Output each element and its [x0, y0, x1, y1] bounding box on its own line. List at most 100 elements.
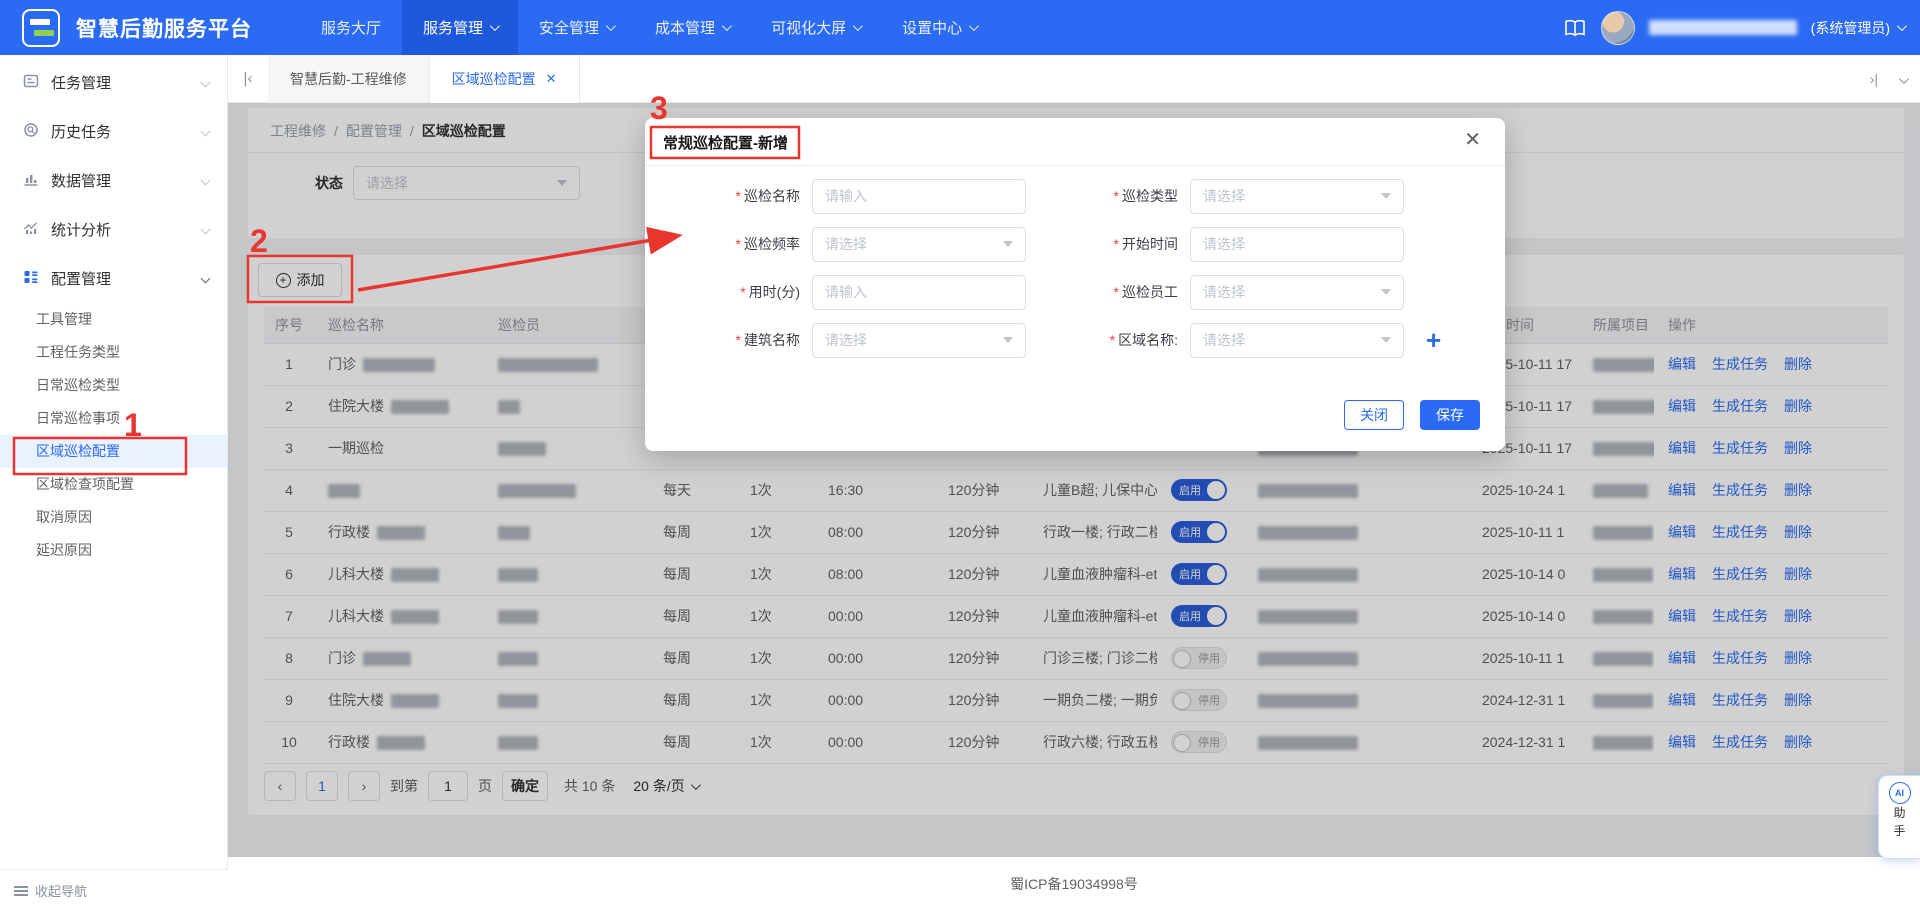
- field-input-巡检名称[interactable]: 请输入: [812, 178, 1026, 214]
- tab-区域巡检配置[interactable]: 区域巡检配置 ✕: [429, 54, 580, 103]
- required-asterisk: *: [1109, 332, 1116, 348]
- field-select-巡检频率[interactable]: 请选择: [812, 226, 1026, 262]
- modal-save-button[interactable]: 保存: [1420, 400, 1480, 430]
- sidebar-item-日常巡检事项[interactable]: 日常巡检事项: [0, 402, 227, 435]
- sidebar-group-历史任务[interactable]: 历史任务: [0, 107, 227, 156]
- tabs: 智慧后勤-工程维修 区域巡检配置 ✕: [268, 54, 580, 103]
- field-placeholder: 请选择: [1203, 332, 1245, 348]
- nav-item-label: 设置中心: [902, 20, 963, 37]
- collapse-nav-button[interactable]: 收起导航: [0, 869, 228, 911]
- sidebar-group-label: 配置管理: [51, 271, 112, 288]
- tabs-scroll-left-icon[interactable]: |‹: [228, 70, 268, 87]
- tabs-scroll-right-icon[interactable]: ›|: [1870, 71, 1878, 87]
- sidebar-item-区域检查项配置[interactable]: 区域检查项配置: [0, 468, 227, 501]
- user-role-dropdown[interactable]: (系统管理员): [1810, 18, 1907, 38]
- icp-text: 蜀ICP备19034998号: [1010, 876, 1138, 892]
- field-placeholder: 请选择: [1203, 236, 1245, 252]
- nav-item-安全管理[interactable]: 安全管理: [518, 0, 634, 55]
- stats-icon: [23, 220, 39, 240]
- chevron-down-icon: [200, 273, 211, 284]
- sidebar-item-区域巡检配置[interactable]: 区域巡检配置: [0, 435, 227, 468]
- user-role-label: (系统管理员): [1810, 19, 1890, 36]
- field-select-建筑名称[interactable]: 请选择: [812, 322, 1026, 358]
- chevron-down-icon: [200, 224, 211, 235]
- field-select-巡检类型[interactable]: 请选择: [1190, 178, 1404, 214]
- required-asterisk: *: [735, 236, 741, 252]
- sidebar-group-label: 数据管理: [51, 173, 112, 190]
- required-asterisk: *: [740, 284, 746, 300]
- manual-book-icon[interactable]: [1563, 18, 1587, 38]
- nav-item-服务大厅[interactable]: 服务大厅: [300, 0, 402, 55]
- add-area-plus-icon[interactable]: +: [1426, 327, 1441, 353]
- field-label-text: 巡检频率: [744, 236, 800, 252]
- field-placeholder: 请输入: [825, 284, 867, 300]
- nav-item-设置中心[interactable]: 设置中心: [881, 0, 997, 55]
- sidebar-item-取消原因[interactable]: 取消原因: [0, 501, 227, 534]
- sidebar-item-延迟原因[interactable]: 延迟原因: [0, 534, 227, 567]
- chevron-down-icon: [606, 21, 616, 32]
- tab-label: 智慧后勤-工程维修: [290, 70, 407, 87]
- nav-item-label: 服务大厅: [321, 20, 382, 37]
- tab-智慧后勤-工程维修[interactable]: 智慧后勤-工程维修: [268, 54, 430, 103]
- sidebar-item-工程任务类型[interactable]: 工程任务类型: [0, 336, 227, 369]
- sidebar-group-label: 历史任务: [51, 124, 112, 141]
- modal-close-button[interactable]: 关闭: [1344, 400, 1404, 430]
- nav-item-服务管理[interactable]: 服务管理: [402, 0, 519, 55]
- close-icon[interactable]: ✕: [1464, 130, 1481, 150]
- field-placeholder: 请选择: [1203, 284, 1245, 300]
- sidebar-group-任务管理[interactable]: 任务管理: [0, 58, 227, 107]
- nav-item-label: 安全管理: [539, 20, 600, 37]
- modal-form-row: * 建筑名称 请选择 * 区域名称: 请选择 +: [645, 322, 1505, 358]
- avatar[interactable]: [1600, 10, 1635, 45]
- field-select-区域名称:[interactable]: 请选择: [1190, 322, 1404, 358]
- field-label-巡检员工: * 巡检员工: [1026, 282, 1178, 302]
- chevron-down-icon: [200, 77, 211, 88]
- field-placeholder: 请选择: [825, 332, 867, 348]
- config-icon: [23, 269, 39, 289]
- nav-item-可视化大屏[interactable]: 可视化大屏: [750, 0, 881, 55]
- tab-bar: |‹ 智慧后勤-工程维修 区域巡检配置 ✕ ›|: [228, 54, 1920, 103]
- sidebar-group-配置管理[interactable]: 配置管理: [0, 254, 227, 303]
- field-label-text: 用时(分): [748, 284, 800, 300]
- sidebar-list: 任务管理历史任务数据管理统计分析配置管理工具管理 工程任务类型 日常巡检类型 日常巡检…: [0, 55, 227, 567]
- sidebar-group-统计分析[interactable]: 统计分析: [0, 205, 227, 254]
- field-input-用时(分)[interactable]: 请输入: [812, 274, 1026, 310]
- required-asterisk: *: [1113, 188, 1119, 204]
- chevron-down-icon: [853, 21, 863, 32]
- sidebar-item-日常巡检类型[interactable]: 日常巡检类型: [0, 369, 227, 402]
- collapse-nav-label: 收起导航: [35, 884, 88, 899]
- chevron-down-icon: [1003, 337, 1013, 343]
- nav-right: (系统管理员): [1563, 10, 1920, 45]
- data-icon: [23, 171, 39, 191]
- ai-assistant-button[interactable]: AI 助 手: [1878, 775, 1920, 859]
- field-label-text: 巡检名称: [744, 188, 800, 204]
- nav-menu: 服务大厅 服务管理 安全管理 成本管理 可视化大屏 设置中心: [300, 0, 997, 55]
- chevron-down-icon: [722, 21, 732, 32]
- sidebar-group-label: 任务管理: [51, 75, 112, 92]
- chevron-down-icon: [1896, 21, 1907, 32]
- chevron-down-icon: [969, 21, 979, 32]
- tasks-icon: [23, 73, 39, 93]
- chevron-down-icon: [1381, 193, 1391, 199]
- field-select-巡检员工[interactable]: 请选择: [1190, 274, 1404, 310]
- sidebar-group-label: 统计分析: [51, 222, 112, 239]
- field-label-text: 区域名称:: [1118, 332, 1178, 348]
- field-input-开始时间[interactable]: 请选择: [1190, 226, 1404, 262]
- field-label-开始时间: * 开始时间: [1026, 234, 1178, 254]
- required-asterisk: *: [1113, 236, 1119, 252]
- required-asterisk: *: [735, 332, 741, 348]
- nav-item-label: 服务管理: [423, 20, 484, 37]
- sidebar-submenu: 工具管理 工程任务类型 日常巡检类型 日常巡检事项 区域巡检配置 区域检查项配置 取消原因延…: [0, 303, 227, 567]
- close-icon[interactable]: ✕: [546, 71, 557, 87]
- sidebar: 任务管理历史任务数据管理统计分析配置管理工具管理 工程任务类型 日常巡检类型 日常巡检…: [0, 55, 228, 911]
- modal-form: * 巡检名称 请输入 * 巡检类型 请选择 * 巡检频率 请选择 * 开始时间 请选择 * 用时(分) 请输…: [645, 178, 1505, 370]
- sidebar-item-工具管理[interactable]: 工具管理: [0, 303, 227, 336]
- nav-item-成本管理[interactable]: 成本管理: [634, 0, 750, 55]
- tabs-menu-chevron-icon[interactable]: [1892, 71, 1909, 87]
- modal-form-row: * 用时(分) 请输入 * 巡检员工 请选择: [645, 274, 1505, 310]
- sidebar-group-数据管理[interactable]: 数据管理: [0, 156, 227, 205]
- chevron-down-icon: [1003, 241, 1013, 247]
- app-title: 智慧后勤服务平台: [76, 17, 252, 41]
- collapse-nav-icon: [14, 885, 28, 896]
- nav-item-label: 成本管理: [655, 20, 716, 37]
